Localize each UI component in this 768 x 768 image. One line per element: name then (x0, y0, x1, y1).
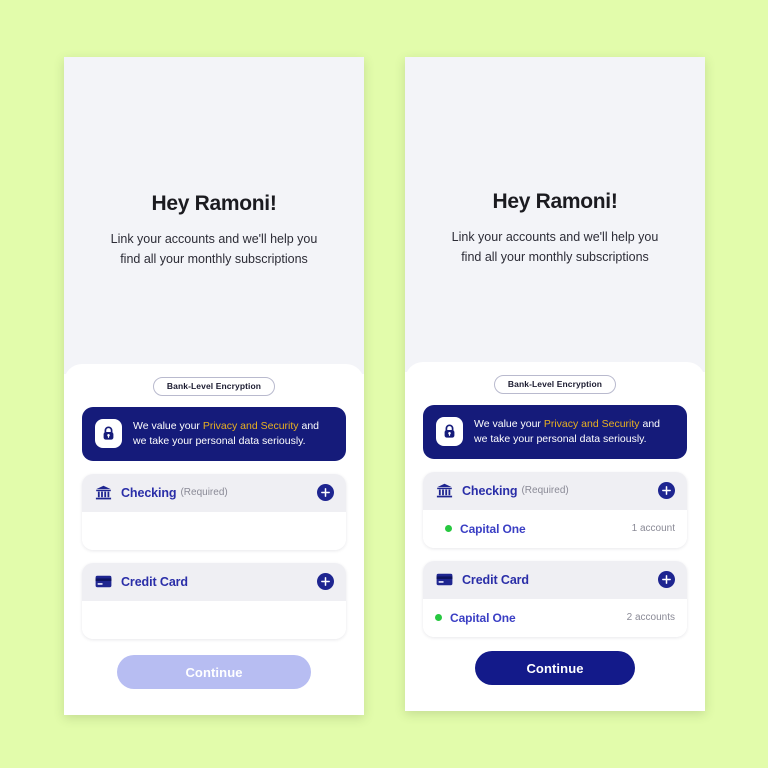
phone-screen-linked-state: Hey Ramoni! Link your accounts and we'll… (405, 57, 705, 711)
privacy-banner-text: We value your Privacy and Security and w… (474, 417, 674, 447)
account-card-title: Credit Card (121, 574, 188, 589)
required-label: (Required) (521, 485, 569, 497)
cta-row: Continue (423, 651, 687, 711)
required-label: (Required) (180, 487, 228, 499)
account-count: 2 accounts (626, 612, 675, 624)
page-subtitle: Link your accounts and we'll help you fi… (451, 230, 659, 264)
list-item[interactable]: Capital One 2 accounts (423, 601, 687, 635)
banner-prefix: We value your (474, 418, 544, 430)
status-badge: Bank-Level Encryption (152, 377, 276, 396)
hero-section: Hey Ramoni! Link your accounts and we'll… (405, 57, 705, 372)
add-account-button[interactable] (317, 573, 334, 591)
bank-icon (435, 482, 453, 500)
account-card-title: Checking (462, 483, 518, 498)
account-list (82, 600, 346, 639)
bottom-sheet: Bank-Level Encryption We value your Priv… (405, 362, 705, 711)
add-account-button[interactable] (317, 484, 334, 502)
account-card-title: Checking (121, 485, 177, 500)
bank-icon (94, 484, 112, 502)
account-count: 1 account (631, 523, 675, 535)
bottom-sheet: Bank-Level Encryption We value your Priv… (64, 364, 364, 715)
page-title: Hey Ramoni! (151, 192, 277, 216)
account-name: Capital One (450, 610, 516, 625)
account-card-credit-card: Credit Card Capital One 2 accounts (423, 560, 687, 637)
banner-highlight: Privacy and Security (202, 420, 299, 432)
cta-row: Continue (82, 655, 346, 715)
credit-card-icon (94, 573, 112, 591)
lock-icon (95, 419, 122, 449)
account-card-title: Credit Card (462, 572, 529, 587)
encryption-badge-row: Bank-Level Encryption (423, 375, 687, 394)
credit-card-icon (435, 571, 453, 589)
privacy-banner: We value your Privacy and Security and w… (82, 407, 346, 461)
banner-highlight: Privacy and Security (543, 418, 640, 430)
account-list (82, 511, 346, 550)
lock-icon (436, 417, 463, 447)
continue-button-disabled[interactable]: Continue (117, 655, 311, 689)
mockup-stage: Hey Ramoni! Link your accounts and we'll… (0, 0, 768, 768)
account-list: Capital One 2 accounts (423, 598, 687, 637)
add-account-button[interactable] (658, 571, 675, 589)
page-subtitle: Link your accounts and we'll help you fi… (110, 232, 318, 266)
hero-section: Hey Ramoni! Link your accounts and we'll… (64, 57, 364, 374)
phone-screen-empty-state: Hey Ramoni! Link your accounts and we'll… (64, 57, 364, 715)
account-card-header[interactable]: Credit Card (423, 560, 687, 599)
account-card-header[interactable]: Checking (Required) (423, 471, 687, 510)
page-title: Hey Ramoni! (492, 190, 618, 214)
add-account-button[interactable] (658, 482, 675, 500)
account-card-credit-card: Credit Card (82, 562, 346, 639)
privacy-banner-text: We value your Privacy and Security and w… (133, 419, 333, 449)
banner-prefix: We value your (133, 420, 203, 432)
account-card-checking: Checking (Required) Capital One 1 accoun… (423, 471, 687, 548)
account-card-checking: Checking (Required) (82, 473, 346, 550)
status-badge: Bank-Level Encryption (493, 375, 617, 394)
list-item[interactable]: Capital One 1 account (423, 512, 687, 546)
account-list: Capital One 1 account (423, 509, 687, 548)
encryption-badge-row: Bank-Level Encryption (82, 377, 346, 396)
continue-button[interactable]: Continue (475, 651, 635, 685)
account-name: Capital One (460, 521, 526, 536)
account-card-header[interactable]: Checking (Required) (82, 473, 346, 512)
connected-status-dot (435, 614, 442, 622)
connected-status-dot (445, 525, 452, 533)
privacy-banner: We value your Privacy and Security and w… (423, 405, 687, 459)
account-card-header[interactable]: Credit Card (82, 562, 346, 601)
